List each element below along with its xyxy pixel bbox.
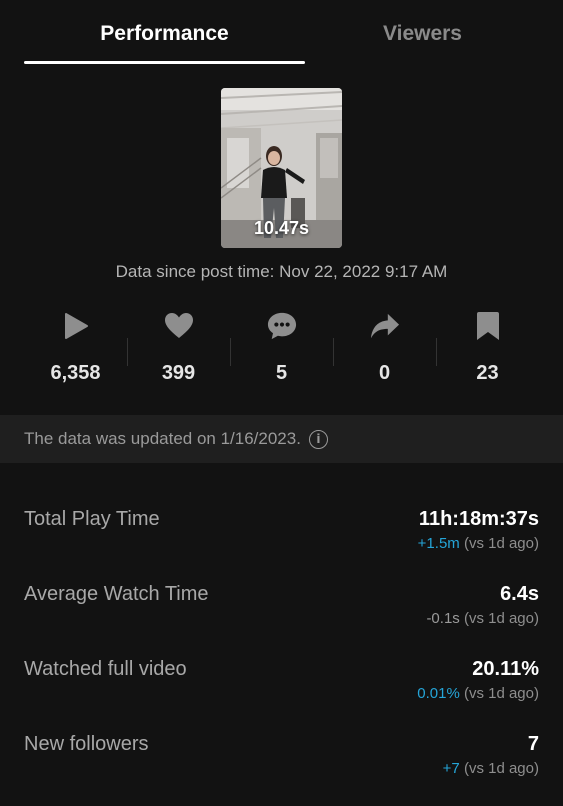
video-thumbnail[interactable]: 10.47s (221, 88, 342, 248)
stat-comments: 5 (230, 310, 333, 395)
comment-icon (267, 310, 297, 342)
metric-label: Watched full video (24, 658, 187, 680)
tab-bar: Performance Viewers (0, 0, 563, 66)
play-icon (61, 310, 91, 342)
metric-new-followers: New followers 7 +7 (vs 1d ago) (24, 733, 539, 793)
metric-comparison: (vs 1d ago) (463, 760, 539, 777)
video-duration: 10.47s (253, 218, 310, 238)
stat-saves: 23 (436, 310, 539, 395)
metric-change: +7 (vs 1d ago) (443, 760, 539, 777)
metric-delta: +7 (442, 760, 464, 777)
metric-average-watch-time: Average Watch Time 6.4s -0.1s (vs 1d ago… (24, 583, 539, 643)
metric-label: Average Watch Time (24, 583, 209, 605)
active-tab-indicator (24, 61, 305, 64)
metric-change: 0.01% (vs 1d ago) (417, 685, 539, 702)
stat-value: 5 (275, 362, 288, 384)
stat-plays: 6,358 (24, 310, 127, 395)
metric-watched-full-video: Watched full video 20.11% 0.01% (vs 1d a… (24, 658, 539, 718)
share-icon (370, 310, 400, 342)
tab-viewers[interactable]: Viewers (282, 22, 563, 46)
stat-shares: 0 (333, 310, 436, 395)
metric-comparison: (vs 1d ago) (463, 535, 539, 552)
metric-value: 6.4s (500, 583, 539, 605)
data-update-notice: The data was updated on 1/16/2023. i (0, 415, 563, 463)
stat-value: 399 (161, 362, 196, 384)
metric-delta: 0.01% (417, 685, 464, 702)
metric-label: New followers (24, 733, 149, 755)
metric-delta: -0.1s (426, 610, 464, 627)
update-notice-text: The data was updated on 1/16/2023. (24, 429, 301, 448)
metric-value: 7 (527, 733, 539, 755)
metric-value: 20.11% (472, 658, 539, 680)
tab-performance[interactable]: Performance (24, 22, 305, 46)
stat-value: 23 (476, 362, 499, 384)
info-icon[interactable]: i (308, 429, 328, 449)
metric-total-play-time: Total Play Time 11h:18m:37s +1.5m (vs 1d… (24, 508, 539, 568)
stat-value: 0 (378, 362, 391, 384)
post-time-text: Data since post time: Nov 22, 2022 9:17 … (115, 262, 448, 281)
metric-label: Total Play Time (24, 508, 160, 530)
stat-value: 6,358 (50, 362, 101, 384)
metric-comparison: (vs 1d ago) (463, 685, 539, 702)
metric-delta: +1.5m (417, 535, 464, 552)
metric-value: 11h:18m:37s (418, 508, 539, 530)
metric-comparison: (vs 1d ago) (463, 610, 539, 627)
metric-change: +1.5m (vs 1d ago) (418, 535, 539, 552)
stat-likes: 399 (127, 310, 230, 395)
metric-change: -0.1s (vs 1d ago) (426, 610, 539, 627)
heart-icon (164, 310, 194, 342)
engagement-stats: 6,358 399 5 0 23 (24, 310, 539, 395)
bookmark-icon (473, 310, 503, 342)
